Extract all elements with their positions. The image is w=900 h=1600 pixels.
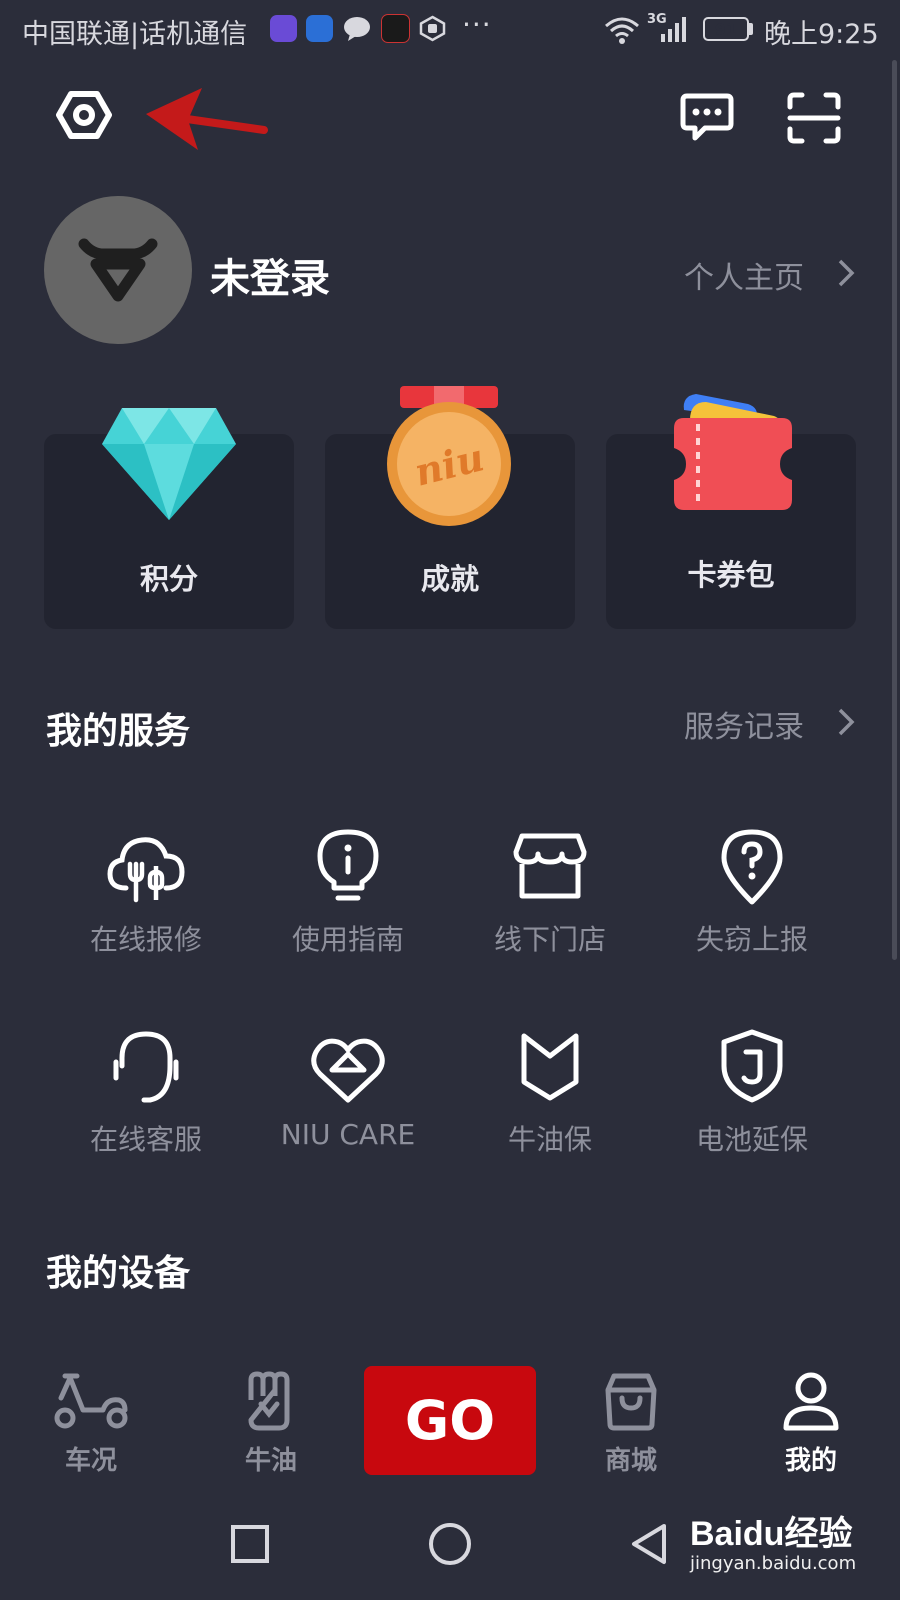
gear-hexagon-icon xyxy=(56,91,112,139)
baidu-watermark: Baidu经验 jingyan.baidu.com xyxy=(690,1506,856,1574)
home-button[interactable] xyxy=(428,1522,472,1566)
store-icon xyxy=(513,833,587,899)
avatar[interactable] xyxy=(44,196,192,344)
scan-button[interactable] xyxy=(784,88,844,148)
headset-icon xyxy=(113,1031,179,1103)
watermark-brand: Baidu经验 xyxy=(690,1515,853,1553)
wallet-icon xyxy=(674,394,792,510)
service-records-label: 服务记录 xyxy=(684,710,804,745)
tab-label: 我的 xyxy=(784,1446,837,1476)
service-label: 电池延保 xyxy=(695,1123,808,1156)
service-battery-warranty[interactable]: 电池延保 xyxy=(652,1026,852,1158)
service-label: 线下门店 xyxy=(493,923,606,956)
clock-label: 晚上9:25 xyxy=(764,19,879,50)
tab-label: 车况 xyxy=(64,1446,117,1476)
go-button[interactable]: GO xyxy=(364,1366,536,1475)
messages-button[interactable] xyxy=(676,88,738,148)
niu-logo-icon xyxy=(78,238,158,302)
service-niu-care[interactable]: NIU CARE xyxy=(248,1026,448,1151)
person-icon xyxy=(783,1372,839,1431)
scooter-icon xyxy=(54,1373,128,1429)
heart-care-icon xyxy=(311,1038,385,1103)
cloud-repair-icon xyxy=(107,837,185,903)
service-label: 在线报修 xyxy=(89,923,202,956)
battery-level-label: 91 xyxy=(714,19,738,39)
service-records-link[interactable]: 服务记录 xyxy=(684,700,860,745)
service-label: 在线客服 xyxy=(89,1123,202,1156)
diamond-icon xyxy=(102,408,236,520)
chat-icon xyxy=(680,93,734,141)
username-label[interactable]: 未登录 xyxy=(210,246,330,304)
settings-button[interactable] xyxy=(52,86,116,144)
shopping-bag-icon xyxy=(605,1373,657,1431)
hand-icon xyxy=(248,1371,290,1431)
service-offline-store[interactable]: 线下门店 xyxy=(450,826,650,958)
service-label: 牛油保 xyxy=(507,1123,592,1156)
tab-label: 牛油 xyxy=(244,1446,297,1476)
annotation-arrow-icon xyxy=(146,88,268,150)
service-label: 失窃上报 xyxy=(695,923,808,956)
chevron-right-icon xyxy=(838,708,855,736)
battery-indicator: 91 xyxy=(703,17,749,41)
app-notification-icon xyxy=(306,15,333,42)
chevron-right-icon xyxy=(838,259,855,287)
tab-shop[interactable]: 商城 xyxy=(566,1370,696,1477)
tab-profile[interactable]: 我的 xyxy=(746,1370,876,1477)
battery-cap xyxy=(749,23,753,35)
notification-icons xyxy=(270,14,446,43)
watermark-url: jingyan.baidu.com xyxy=(690,1553,857,1574)
scan-icon xyxy=(787,92,841,144)
carrier-label: 中国联通|话机通信 xyxy=(22,19,248,50)
service-theft-report[interactable]: 失窃上报 xyxy=(652,826,852,958)
service-user-guide[interactable]: 使用指南 xyxy=(248,826,448,958)
battery-shield-icon xyxy=(721,1029,783,1103)
points-card-label: 积分 xyxy=(139,562,198,596)
app-notification-icon xyxy=(270,15,297,42)
tab-vehicle-status[interactable]: 车况 xyxy=(26,1370,156,1477)
profile-link-label: 个人主页 xyxy=(684,261,804,296)
devices-section-title: 我的设备 xyxy=(46,1253,191,1294)
back-button[interactable] xyxy=(628,1522,670,1566)
shield-icon xyxy=(521,1033,579,1101)
service-customer-support[interactable]: 在线客服 xyxy=(46,1026,246,1158)
recent-apps-button[interactable] xyxy=(230,1524,270,1564)
achievements-card-label: 成就 xyxy=(420,562,479,596)
hand-stop-icon xyxy=(419,15,446,42)
wifi-icon xyxy=(605,17,639,44)
service-label: NIU CARE xyxy=(280,1118,416,1151)
signal-icon xyxy=(661,17,686,42)
coupons-card-label: 卡券包 xyxy=(687,558,775,592)
services-section-title: 我的服务 xyxy=(46,711,191,752)
service-niuyou-insurance[interactable]: 牛油保 xyxy=(450,1026,650,1158)
service-online-repair[interactable]: 在线报修 xyxy=(46,826,246,958)
service-label: 使用指南 xyxy=(291,923,404,956)
tab-label: 商城 xyxy=(604,1446,657,1476)
location-question-icon xyxy=(721,829,783,905)
status-bar: 中国联通|话机通信 ··· 3G 91 晚上9:25 xyxy=(0,0,900,60)
tab-niuyou[interactable]: 牛油 xyxy=(206,1370,336,1477)
profile-link[interactable]: 个人主页 xyxy=(684,250,860,296)
chat-bubble-icon xyxy=(344,17,370,41)
app-notification-icon xyxy=(381,14,410,43)
lightbulb-info-icon xyxy=(317,829,379,901)
more-notifications-icon: ··· xyxy=(462,8,492,41)
scrollbar[interactable] xyxy=(892,60,897,960)
medal-icon: niu xyxy=(387,386,511,526)
